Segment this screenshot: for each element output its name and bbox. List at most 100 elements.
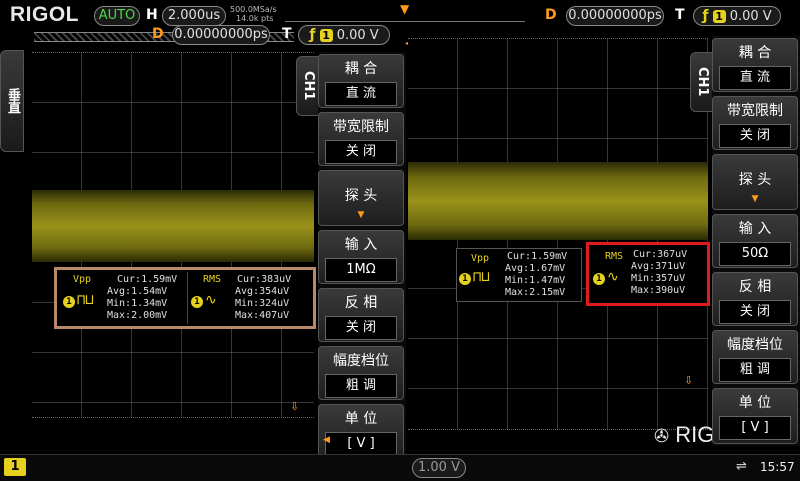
vpp-min: Min:1.34mV [107,298,168,309]
ch1-tab-left[interactable]: CH1 [296,56,320,116]
vpp-icon: ⊓⊔ [77,292,94,308]
coupling-label: 耦 合 [738,45,772,61]
vpp-max: Max:2.00mV [107,310,168,321]
trigger-label: T [675,7,685,23]
trigger-edge-icon: ƒ [702,8,709,24]
chat-bubble-icon: ✇ [654,426,670,446]
rms-avg: Avg:354uV [235,286,290,297]
bottom-status-bar: 1 1.00 V ⇌ 15:57 [0,454,800,481]
trigger-level: 0.00 V [729,9,772,24]
invert-menu-item[interactable]: 反 相 关 闭 [712,272,798,326]
rms-measurement[interactable]: RMS 1 ∿ Cur:383uV Avg:354uV Min:324uV Ma… [189,272,311,324]
volts-div-value: 粗 调 [719,358,791,382]
probe-menu-item[interactable]: 探 头 ▼ [318,170,404,226]
rms-max: Max:407uV [235,310,290,321]
rms-avg: Avg:371uV [631,261,686,272]
bandwidth-limit-label: 带宽限制 [333,119,389,135]
vertical-menu-tab[interactable]: 垂直 [0,50,24,152]
input-impedance-value: 50Ω [719,242,791,266]
timebase-value[interactable]: 2.000us [162,6,226,26]
horizontal-label: H [146,7,158,23]
volts-div-menu-item[interactable]: 幅度档位 粗 调 [318,346,404,400]
noise-waveform [32,190,314,262]
run-mode-badge[interactable]: AUTO [94,6,140,26]
input-impedance-label: 输 入 [738,221,772,237]
input-impedance-value: 1MΩ [325,258,397,282]
unit-label: 单 位 [738,395,772,411]
vpp-label: Vpp [471,253,490,264]
rms-min: Min:357uV [631,273,686,284]
trigger-settings-left[interactable]: ƒ 1 0.00 V [298,25,390,45]
sine-icon: ∿ [607,269,619,285]
rms-cur: Cur:367uV [633,249,688,260]
left-screen: D 0.00000000ps T ƒ 1 0.00 V ◀ 垂直 ⇩ Vpp 1… [0,25,413,462]
trigger-position-marker-icon: ▼ [400,2,410,16]
invert-label: 反 相 [738,279,772,295]
channel-1-chip: 1 [63,296,75,308]
vpp-max: Max:2.15mV [505,287,566,298]
rms-max: Max:390uV [631,285,686,296]
bandwidth-limit-menu-item[interactable]: 带宽限制 关 闭 [318,112,404,166]
coupling-value: 直 流 [719,66,791,90]
vpp-label: Vpp [73,274,92,285]
unit-label: 单 位 [344,411,378,427]
brand-logo: RIGOL [10,3,79,26]
volts-div-menu-item[interactable]: 幅度档位 粗 调 [712,330,798,384]
coupling-label: 耦 合 [344,61,378,77]
bandwidth-limit-value: 关 闭 [719,124,791,148]
invert-label: 反 相 [344,295,378,311]
input-impedance-menu-item[interactable]: 输 入 1MΩ [318,230,404,284]
probe-label: 探 头 [344,188,378,204]
bandwidth-limit-menu-item[interactable]: 带宽限制 关 闭 [712,96,798,150]
channel-1-chip: 1 [593,273,605,285]
vpp-measurement[interactable]: Vpp 1 ⊓⊔ Cur:1.59mV Avg:1.54mV Min:1.34m… [59,272,188,324]
sample-rate: 500.0MSa/s [230,5,277,14]
volts-div-label: 幅度档位 [333,353,389,369]
noise-waveform-right [408,162,708,240]
unit-value: [ V ] [719,416,791,440]
volts-div-value: 粗 调 [325,374,397,398]
invert-value: 关 闭 [325,316,397,340]
vpp-measurement-right[interactable]: Vpp 1 ⊓⊔ Cur:1.59mV Avg:1.67mV Min:1.47m… [456,248,582,302]
input-impedance-label: 输 入 [344,237,378,253]
vpp-avg: Avg:1.54mV [107,286,168,297]
trigger-channel-badge: 1 [712,10,726,23]
trigger-settings[interactable]: ƒ 1 0.00 V [693,6,781,26]
invert-value: 关 闭 [719,300,791,324]
input-impedance-menu-item[interactable]: 输 入 50Ω [712,214,798,268]
ch1-tab-right[interactable]: CH1 [690,52,714,112]
unit-menu-item[interactable]: 单 位 [ V ] [712,388,798,444]
rms-measurement-right[interactable]: RMS 1 ∿ Cur:367uV Avg:371uV Min:357uV Ma… [586,242,710,306]
scroll-down-icon-right[interactable]: ⇩ [684,374,693,387]
channel-1-chip: 1 [459,273,471,285]
trigger-channel-badge-left: 1 [319,29,333,42]
coupling-menu-item[interactable]: 耦 合 直 流 [712,38,798,92]
usb-icon: ⇌ [736,459,747,474]
probe-label: 探 头 [738,172,772,188]
trigger-label-left: T [282,26,292,42]
vpp-cur: Cur:1.59mV [117,274,178,285]
channel-1-chip: 1 [191,296,203,308]
measurement-panel-left: Vpp 1 ⊓⊔ Cur:1.59mV Avg:1.54mV Min:1.34m… [54,267,316,329]
channel-1-button[interactable]: 1 [4,458,26,476]
channel-menu-left: 耦 合 直 流 带宽限制 关 闭 探 头 ▼ 输 入 1MΩ 反 相 关 闭 幅… [318,52,406,462]
rms-label: RMS [605,251,624,262]
volts-div-label: 幅度档位 [727,337,783,353]
sine-icon: ∿ [205,292,217,308]
coupling-menu-item[interactable]: 耦 合 直 流 [318,54,404,108]
delay-value-left[interactable]: 0.00000000ps [172,25,270,45]
left-arrow-icon: ◀ [323,435,330,445]
delay-value[interactable]: 0.00000000ps [566,6,664,26]
probe-menu-item[interactable]: 探 头 ▼ [712,154,798,210]
rms-label: RMS [203,274,222,285]
invert-menu-item[interactable]: 反 相 关 闭 [318,288,404,342]
channel-scale[interactable]: 1.00 V [412,458,466,478]
scroll-down-icon[interactable]: ⇩ [290,400,299,413]
unit-menu-item[interactable]: 单 位 [ V ] ◀ [318,404,404,460]
vpp-cur: Cur:1.59mV [507,251,568,262]
top-status-bar: RIGOL AUTO H 2.000us 500.0MSa/s 14.0k pt… [0,0,800,30]
vpp-icon: ⊓⊔ [473,269,490,285]
delay-label: D [545,7,557,23]
clock: 15:57 [760,460,795,474]
submenu-arrow-icon: ▼ [357,210,365,220]
